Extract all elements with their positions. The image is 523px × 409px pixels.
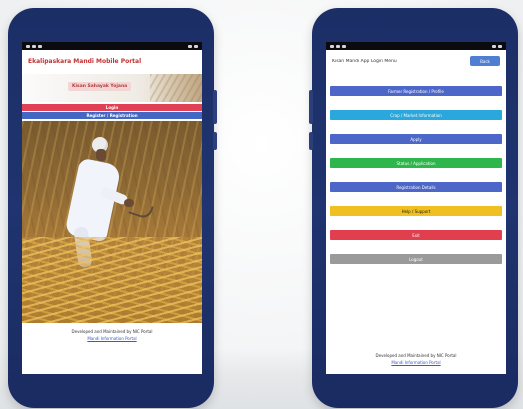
menu-item-apply[interactable]: Apply <box>330 134 502 144</box>
status-icons-left <box>26 44 42 48</box>
battery-icon <box>188 44 192 48</box>
banner-label: Kisan Sahayak Yojana <box>68 82 132 91</box>
login-button[interactable]: Login <box>22 104 202 111</box>
footer-link[interactable]: Mandi Information Portal <box>87 336 136 341</box>
volume-button <box>309 132 313 150</box>
status-bar <box>22 42 202 50</box>
power-button <box>309 90 313 124</box>
power-button <box>213 90 217 124</box>
farmer-face <box>96 149 106 161</box>
right-footer: Developed and Maintained by NIC Portal M… <box>326 344 506 374</box>
menu-item-logout[interactable]: Logout <box>330 254 502 264</box>
left-phone: Ekalipaskara Mandi Mobile Portal Kisan S… <box>8 8 217 408</box>
register-button[interactable]: Register / Registration <box>22 112 202 119</box>
developer-credit: Developed and Maintained by NIC Portal <box>71 329 153 334</box>
status-icons-right <box>492 44 502 48</box>
app-title: Ekalipaskara Mandi Mobile Portal <box>28 58 142 65</box>
menu-item-help[interactable]: Help / Support <box>330 206 502 216</box>
right-phone: Kisan Mandi App Login Menu Back Farmer R… <box>309 8 518 408</box>
menu-list: Farmer Registration / Profile Crop / Mar… <box>326 86 506 264</box>
clock-icon <box>498 44 502 48</box>
clock-icon <box>194 44 198 48</box>
farmer-harvest-image <box>22 121 202 323</box>
wifi-icon <box>32 44 36 48</box>
app-mockup-scene: Ekalipaskara Mandi Mobile Portal Kisan S… <box>0 0 523 409</box>
menu-item-market-info[interactable]: Crop / Market Information <box>330 110 502 120</box>
status-icons-right <box>188 44 198 48</box>
menu-item-exit[interactable]: Exit <box>330 230 502 240</box>
volume-button <box>213 132 217 150</box>
hero-banner: Kisan Sahayak Yojana <box>22 74 202 102</box>
back-button[interactable]: Back <box>470 56 500 66</box>
developer-credit: Developed and Maintained by NIC Portal <box>375 353 457 358</box>
signal-icon <box>26 44 30 48</box>
status-bar <box>326 42 506 50</box>
notification-icon <box>342 44 346 48</box>
menu-item-farmer-registration[interactable]: Farmer Registration / Profile <box>330 86 502 96</box>
menu-item-status[interactable]: Status / Application <box>330 158 502 168</box>
left-phone-screen: Ekalipaskara Mandi Mobile Portal Kisan S… <box>22 42 202 374</box>
status-icons-left <box>330 44 346 48</box>
menu-header: Kisan Mandi App Login Menu Back <box>326 50 506 72</box>
wifi-icon <box>336 44 340 48</box>
menu-title: Kisan Mandi App Login Menu <box>332 58 397 64</box>
left-footer: Developed and Maintained by NIC Portal M… <box>22 323 202 347</box>
footer-link[interactable]: Mandi Information Portal <box>391 360 440 365</box>
right-phone-screen: Kisan Mandi App Login Menu Back Farmer R… <box>326 42 506 374</box>
harvested-straw <box>22 237 202 323</box>
battery-icon <box>492 44 496 48</box>
signal-icon <box>330 44 334 48</box>
menu-item-registration-details[interactable]: Registration Details <box>330 182 502 192</box>
notification-icon <box>38 44 42 48</box>
